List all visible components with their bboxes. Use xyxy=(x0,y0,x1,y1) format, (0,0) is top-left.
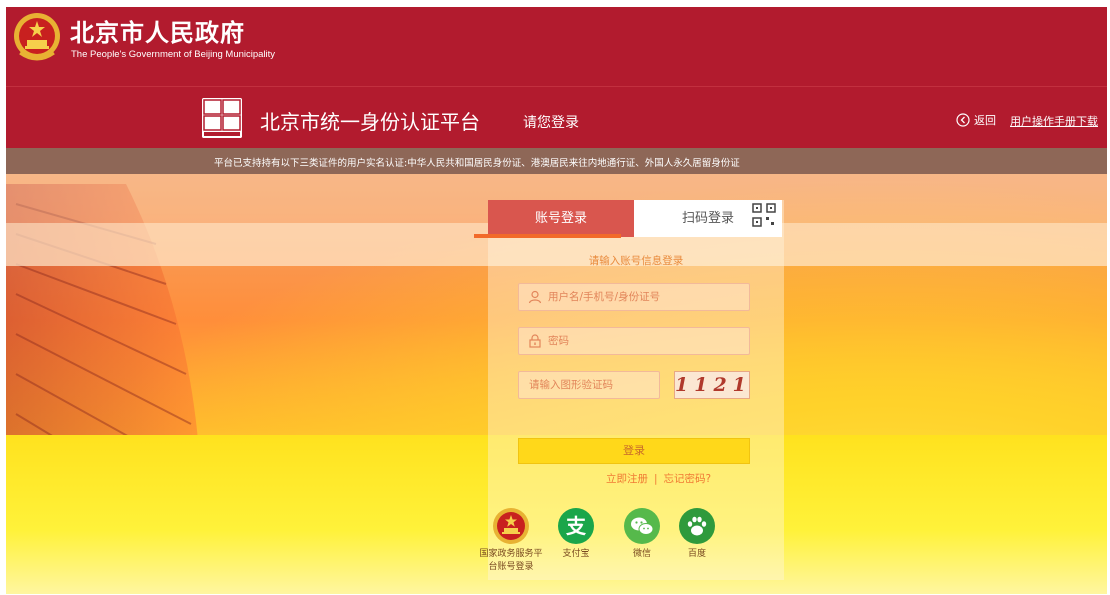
username-field[interactable] xyxy=(518,283,750,311)
manual-download-link[interactable]: 用户操作手册下载 xyxy=(1010,113,1098,129)
government-subtitle: The People's Government of Beijing Munic… xyxy=(71,49,276,60)
captcha-text: 1121 xyxy=(675,374,752,396)
forgot-password-link[interactable]: 忘记密码? xyxy=(664,473,712,485)
captcha-field[interactable] xyxy=(518,371,660,399)
wechat-icon xyxy=(624,508,660,544)
login-button[interactable]: 登录 xyxy=(518,438,750,464)
third-party-label: 国家政务服务平台账号登录 xyxy=(479,549,543,572)
government-banner: 北京市人民政府 The People's Government of Beiji… xyxy=(6,7,1107,86)
login-page: 北京市人民政府 The People's Government of Beiji… xyxy=(6,7,1107,594)
back-arrow-icon xyxy=(956,113,970,127)
register-link[interactable]: 立即注册 xyxy=(606,473,648,485)
password-field[interactable] xyxy=(518,327,750,355)
third-party-baidu-login[interactable]: 百度 xyxy=(662,507,732,561)
active-tab-indicator xyxy=(474,234,621,238)
link-separator: | xyxy=(654,473,658,485)
notice-strip: 平台已支持持有以下三类证件的用户实名认证:中华人民共和国居民身份证、港澳居民来往… xyxy=(6,148,1107,174)
back-link[interactable]: 返回 xyxy=(956,112,996,128)
username-input[interactable] xyxy=(542,291,749,303)
third-party-alipay-login[interactable]: 支 支付宝 xyxy=(541,507,611,561)
baidu-paw-icon xyxy=(679,508,715,544)
alipay-icon: 支 xyxy=(558,508,594,544)
qr-code-icon[interactable] xyxy=(752,203,776,227)
tab-account-login[interactable]: 账号登录 xyxy=(488,200,634,237)
national-emblem-icon xyxy=(14,13,60,61)
government-title: 北京市人民政府 xyxy=(70,19,245,47)
captcha-image[interactable]: 1121 xyxy=(674,371,750,399)
platform-header: 北京市统一身份认证平台 请您登录 返回 用户操作手册下载 xyxy=(6,86,1107,148)
back-label: 返回 xyxy=(974,114,996,127)
capital-window-logo xyxy=(202,98,242,138)
national-emblem-icon xyxy=(493,508,529,544)
lock-icon xyxy=(529,334,541,348)
captcha-input[interactable] xyxy=(519,379,659,391)
user-icon xyxy=(528,290,542,304)
platform-subtitle: 请您登录 xyxy=(523,115,579,131)
notice-text: 平台已支持持有以下三类证件的用户实名认证:中华人民共和国居民身份证、港澳居民来往… xyxy=(214,158,740,169)
svg-text:支: 支 xyxy=(566,514,587,538)
platform-title: 北京市统一身份认证平台 xyxy=(260,110,480,134)
account-links: 立即注册 | 忘记密码? xyxy=(606,471,711,486)
third-party-gov-login[interactable]: 国家政务服务平台账号登录 xyxy=(476,507,546,574)
third-party-label: 百度 xyxy=(687,549,706,559)
password-input[interactable] xyxy=(542,335,749,347)
third-party-label: 支付宝 xyxy=(562,549,590,559)
login-hint: 请输入账号信息登录 xyxy=(588,255,684,267)
